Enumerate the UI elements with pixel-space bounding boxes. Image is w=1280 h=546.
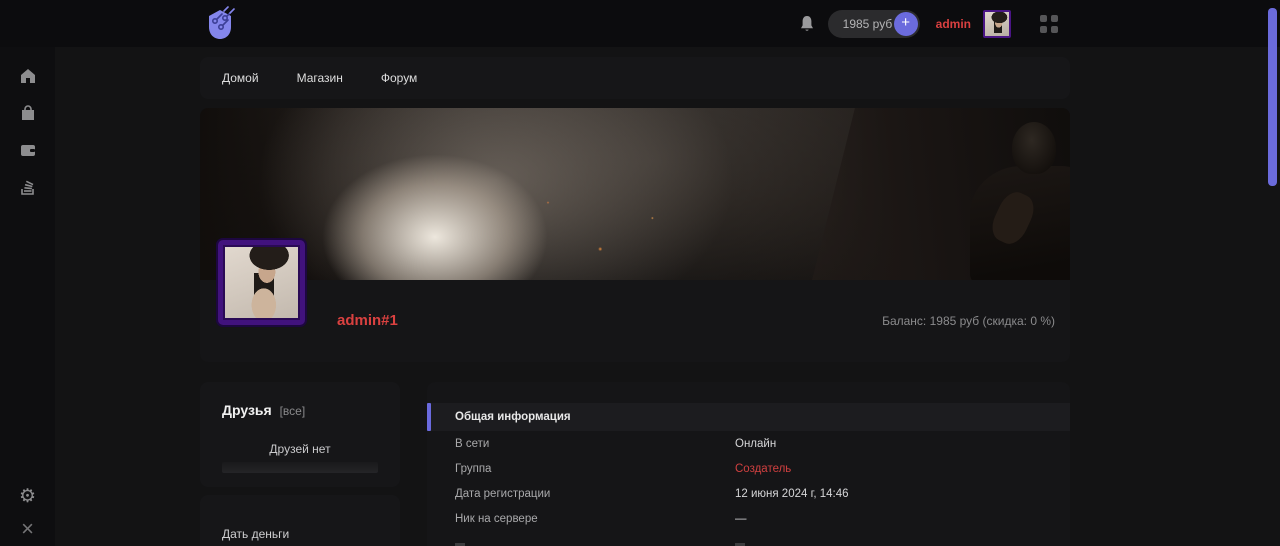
balance-pill[interactable]: 1985 руб + (828, 10, 920, 38)
notifications-bell-icon[interactable] (799, 15, 815, 33)
topbar: 1985 руб + admin (0, 0, 1280, 47)
settings-gear-icon[interactable]: ⚙ (19, 487, 36, 506)
general-info-rows: В сети Онлайн Группа Создатель Дата реги… (427, 431, 1070, 531)
rail-top-icons (0, 67, 55, 196)
rail-bottom-icons: ⚙ × (0, 487, 55, 540)
page-scrollbar[interactable] (1268, 8, 1277, 186)
info-row-server-nick: Ник на сервере — (427, 506, 1070, 531)
left-rail: ⚙ × (0, 47, 55, 546)
general-info-card: Общая информация В сети Онлайн Группа Со… (427, 382, 1070, 546)
wallet-icon[interactable] (19, 141, 37, 159)
nav-tab-forum[interactable]: Форум (381, 71, 417, 85)
topup-plus-button[interactable]: + (894, 12, 918, 36)
topbar-inner: 1985 руб + admin (200, 0, 1070, 47)
info-row-registration-date: Дата регистрации 12 июня 2024 г, 14:46 (427, 481, 1070, 506)
shop-bag-icon[interactable] (19, 104, 37, 122)
nav-tab-home[interactable]: Домой (222, 71, 259, 85)
info-row-online: В сети Онлайн (427, 431, 1070, 456)
topbar-right-cluster: 1985 руб + admin (799, 10, 1058, 38)
friends-all-link[interactable]: [все] (280, 404, 306, 418)
info-row-group: Группа Создатель (427, 456, 1070, 481)
topbar-avatar[interactable] (983, 10, 1011, 38)
balance-amount: 1985 руб (843, 17, 893, 31)
friends-title: Друзья (222, 402, 272, 418)
apps-grid-icon[interactable] (1040, 15, 1058, 33)
logout-close-icon[interactable]: × (21, 518, 34, 540)
header-accent-bar (427, 403, 431, 431)
give-money-label[interactable]: Дать деньги (222, 527, 289, 541)
friends-empty-text: Друзей нет (222, 442, 378, 456)
forum-stack-icon[interactable] (19, 178, 37, 196)
friends-bar (222, 462, 378, 473)
general-info-title: Общая информация (455, 411, 571, 423)
give-money-card: Дать деньги (200, 495, 400, 546)
friends-card: Друзья [все] Друзей нет (200, 382, 400, 487)
site-logo-icon[interactable] (204, 6, 236, 42)
profile-balance-line: Баланс: 1985 руб (скидка: 0 %) (882, 314, 1055, 328)
profile-banner-image (200, 108, 1070, 280)
profile-username: admin#1 (337, 312, 398, 329)
home-icon[interactable] (19, 67, 37, 85)
profile-card: admin#1 Баланс: 1985 руб (скидка: 0 %) (200, 108, 1070, 362)
general-info-header: Общая информация (427, 403, 1070, 431)
nav-card: Домой Магазин Форум (200, 57, 1070, 99)
profile-avatar[interactable] (218, 240, 305, 325)
username-link[interactable]: admin (936, 17, 971, 31)
page: 1985 руб + admin (0, 0, 1280, 546)
nav-tab-shop[interactable]: Магазин (297, 71, 343, 85)
